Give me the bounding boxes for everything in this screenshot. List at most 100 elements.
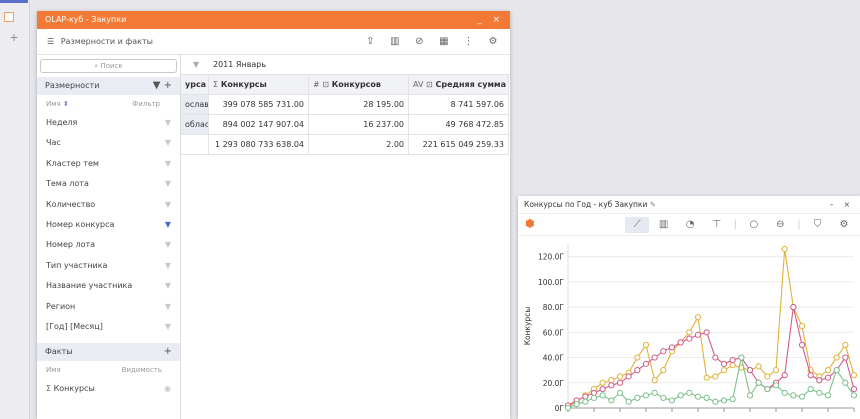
data-point [712,398,719,405]
data-point [668,344,676,351]
filter-icon[interactable]: ▼ [165,133,171,153]
dimension-item[interactable]: [Год] [Месяц] ▼ [37,317,180,337]
filter-icon[interactable]: ▼ [165,297,171,317]
export-icon[interactable]: ⇪ [359,29,381,55]
table-cell: 221 615 049 259.33 [409,135,509,154]
pie-chart-icon[interactable]: ◔ [678,217,702,233]
tree-icon[interactable]: ⋮ [457,29,479,55]
data-point [608,377,615,384]
compass-icon[interactable]: ⊘ [408,29,430,55]
search-input[interactable]: ⌕ Поиск [40,59,177,73]
sort-icon: ⬍ [62,100,69,108]
dimension-item[interactable]: Тема лота ▼ [37,174,180,194]
dimension-item[interactable]: Номер лота ▼ [37,235,180,255]
layout-icon[interactable]: ▦ [433,29,455,55]
data-point [790,392,797,399]
data-point [694,331,702,338]
dimension-item[interactable]: Тип участника ▼ [37,256,180,276]
table-cell: ославс [181,95,209,114]
data-point [755,363,762,370]
data-point [616,389,624,396]
column-header[interactable]: # ⊡ Конкурсов [309,75,409,94]
menu-icon[interactable]: ☰ [47,37,54,46]
data-point [798,322,806,330]
data-point [842,379,849,386]
filter-icon[interactable]: ▼ [165,195,171,215]
data-point [842,341,849,349]
dimension-item[interactable]: Кластер тем ▼ [37,154,180,174]
table-row[interactable]: 1 293 080 733 638.04 2.00 221 615 049 259.… [181,135,509,155]
dimension-item[interactable]: Номер конкурса ▼ [37,215,180,235]
add-dimension-button[interactable]: + [164,80,172,91]
filter-icon[interactable]: ⛉ [805,217,829,233]
filter-icon[interactable]: ▼ [165,235,171,255]
data-point [790,303,797,311]
add-icon[interactable]: + [0,30,28,46]
eye-icon[interactable]: ◉ [164,379,171,399]
dimension-item[interactable]: Час ▼ [37,133,180,153]
filter-icon[interactable]: ▼ [165,174,171,194]
data-point [833,354,840,361]
filter-bar: ▼ 2011 Январь [181,55,510,75]
window-controls[interactable]: – × [830,196,854,214]
olap-window: OLAP-куб - Закупки _ × ☰ Размерности и ф… [37,11,510,419]
data-point [729,396,736,403]
dimensions-panel: ⌕ Поиск Размерности ▼ + Имя ⬍ Фильтр Нед… [37,55,181,419]
column-header[interactable]: Σ Конкурсы [209,75,309,94]
filter-icon[interactable]: ▼ [193,55,199,75]
pin-icon[interactable]: ⊤ [705,217,729,233]
table-cell: 2.00 [309,135,409,154]
data-point [850,385,858,393]
data-point [651,377,658,384]
column-header[interactable]: AV ⊡ Средняя сумма к [409,75,509,94]
data-point [677,339,684,346]
settings-icon[interactable]: ⚙ [482,29,504,55]
document-icon[interactable] [4,12,14,22]
dimension-item[interactable]: Неделя ▼ [37,113,180,133]
data-point [686,329,693,336]
settings-icon[interactable]: ⚙ [832,217,856,233]
filter-icon[interactable]: ▼ [165,317,171,337]
dimension-item[interactable]: Количество ▼ [37,195,180,215]
data-point [590,394,598,402]
bar-chart-icon[interactable]: ▥ [384,29,406,55]
data-point [651,354,658,361]
data-point [703,374,710,381]
data-point [625,373,632,380]
data-point [746,392,754,399]
facts-column-header: Имя Видимость [46,366,162,375]
column-header[interactable]: урса [181,75,209,94]
data-point [850,372,858,379]
data-point [824,392,832,399]
edit-icon[interactable]: ✎ [650,200,656,209]
chart-titlebar[interactable]: Конкурсы по Год - куб Закупки ✎ – × [518,196,860,214]
table-row[interactable]: облас 894 002 147 907.04 16 237.00 49 768 4… [181,115,509,135]
filter-icon[interactable]: ▼ [165,113,171,133]
olap-titlebar[interactable]: OLAP-куб - Закупки _ × [37,11,510,29]
data-point [616,373,624,380]
table-cell: 28 195.00 [309,95,409,114]
filter-icon[interactable]: ▼ [153,80,161,91]
dimension-item[interactable]: Регион ▼ [37,297,180,317]
data-point [590,389,598,396]
filter-icon[interactable]: ▼ [165,215,171,235]
table-cell: облас [181,115,209,134]
globe-icon[interactable]: ⊖ [768,217,792,233]
bar-chart-icon[interactable]: ▥ [652,217,676,233]
data-point [677,392,684,399]
table-row[interactable]: ославс399 078 585 731.0028 195.008 741 5… [181,95,509,115]
data-point [634,354,641,361]
window-controls[interactable]: _ × [477,11,504,29]
fact-item[interactable]: Σ Конкурсы ◉ [37,379,180,399]
table-cell: 894 002 147 907.04 [209,115,309,134]
filter-icon[interactable]: ▼ [165,276,171,296]
add-fact-button[interactable]: + [164,343,172,361]
line-chart-icon[interactable]: ⟋ [625,217,650,233]
circle-icon[interactable]: ○ [742,217,766,233]
filter-icon[interactable]: ▼ [165,256,171,276]
filter-icon[interactable]: ▼ [165,154,171,174]
dimension-item[interactable]: Название участника ▼ [37,276,180,296]
app-sidebar: + [0,0,30,419]
data-point [651,389,658,396]
data-point [729,362,736,369]
